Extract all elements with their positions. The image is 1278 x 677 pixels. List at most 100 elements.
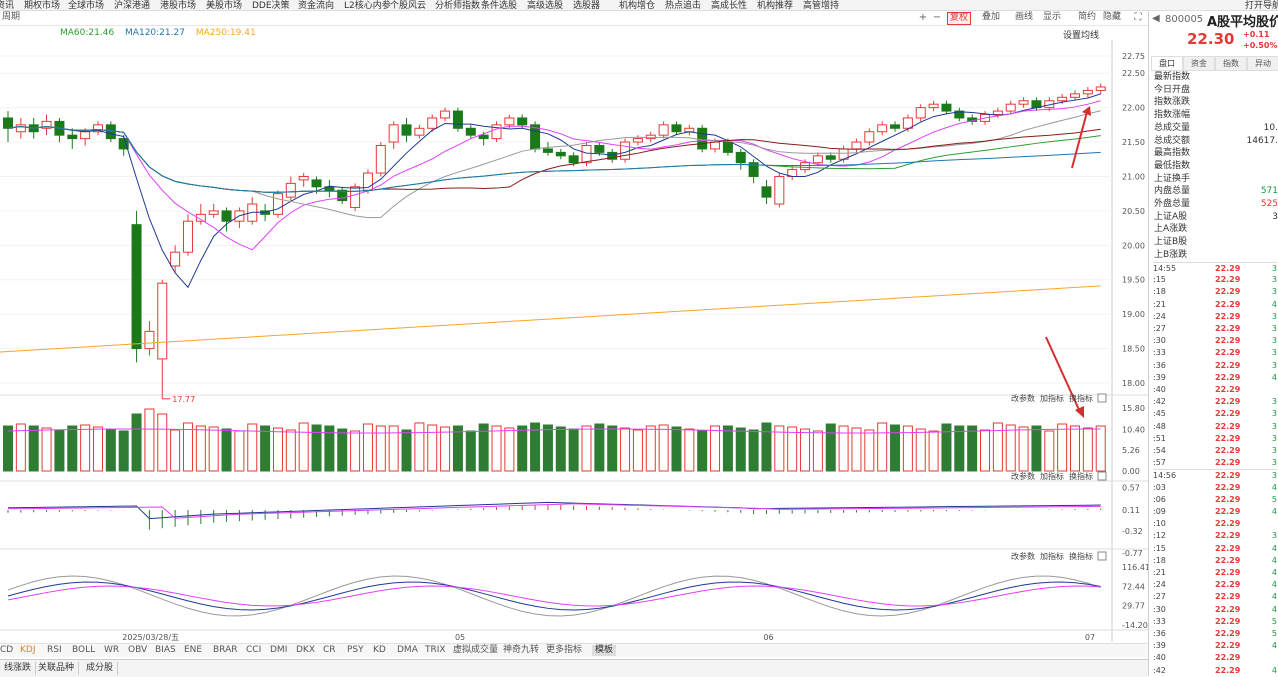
- tick-price: 22.29: [1215, 579, 1240, 591]
- top-menu-item[interactable]: 高成长性: [711, 0, 747, 11]
- top-menu-item[interactable]: 资金流向: [298, 0, 334, 11]
- overlay-button[interactable]: 叠加: [980, 12, 1002, 23]
- top-menu-item[interactable]: 打开导航: [1245, 0, 1278, 11]
- indicator-tab[interactable]: 神奇九转: [503, 645, 539, 656]
- indicator-tab[interactable]: BRAR: [213, 645, 237, 656]
- change-params-button[interactable]: 改参数: [1011, 471, 1035, 481]
- volume-bar: [621, 428, 630, 471]
- top-menu-item[interactable]: 港股市场: [160, 0, 196, 11]
- chart-toolbar: 周期 + − 复权 叠加 画线 显示 简约 隐藏 ⛶: [0, 11, 1148, 26]
- top-menu-item[interactable]: 分析师指数: [435, 0, 480, 11]
- volume-bar: [981, 430, 990, 471]
- swap-indicator-button[interactable]: 换指标: [1069, 471, 1093, 481]
- top-menu-item[interactable]: 美股市场: [206, 0, 242, 11]
- indicator-tab[interactable]: PSY: [347, 645, 364, 656]
- indicator-tab[interactable]: 模板: [592, 645, 616, 656]
- change-params-button[interactable]: 改参数: [1011, 551, 1035, 561]
- indicator-tab[interactable]: 更多指标: [546, 645, 582, 656]
- volume-bar: [852, 428, 861, 471]
- candle-body: [698, 128, 707, 149]
- top-menu-item[interactable]: 选股器: [573, 0, 600, 11]
- top-menu-item[interactable]: 资讯: [0, 0, 14, 11]
- indicator-tab[interactable]: KDJ: [20, 645, 36, 656]
- candle-body: [723, 142, 732, 152]
- indicator-tab[interactable]: BOLL: [72, 645, 95, 656]
- tick-time: :45: [1153, 408, 1166, 420]
- top-menu-item[interactable]: L2核心内参: [344, 0, 391, 11]
- tick-row: :3322.293: [1153, 347, 1277, 359]
- indicator-tab[interactable]: BIAS: [155, 645, 176, 656]
- candle-body: [672, 125, 681, 132]
- tab-index[interactable]: 指数: [1215, 56, 1247, 71]
- volume-bar: [363, 424, 372, 471]
- tab-order-book[interactable]: 盘口: [1151, 56, 1183, 71]
- candle-body: [299, 176, 308, 179]
- simple-button[interactable]: 简约: [1076, 12, 1098, 23]
- kline-chart[interactable]: 22.7522.5022.0021.5021.0020.5020.0019.50…: [0, 40, 1148, 642]
- swap-indicator-button[interactable]: 换指标: [1069, 393, 1093, 403]
- stat-value: 10.: [1264, 122, 1278, 134]
- indicator-tab[interactable]: DMA: [397, 645, 418, 656]
- tab-funds[interactable]: 资金: [1183, 56, 1215, 71]
- tick-price: 22.29: [1215, 652, 1240, 664]
- top-menu-item[interactable]: DDE决策: [252, 0, 290, 11]
- prev-icon[interactable]: ◀: [1152, 13, 1160, 24]
- expand-icon[interactable]: ⛶: [1133, 12, 1143, 23]
- period-selector[interactable]: 周期: [0, 12, 22, 23]
- top-menu-item[interactable]: 机构推荐: [757, 0, 793, 11]
- volume-bar: [1071, 426, 1080, 471]
- tick-volume: 4: [1272, 372, 1277, 384]
- zoom-in-icon[interactable]: +: [918, 12, 928, 23]
- indicator-tab[interactable]: DMI: [270, 645, 287, 656]
- tab-index-change[interactable]: 线涨跌: [0, 662, 36, 675]
- tick-volume: 5: [1272, 628, 1277, 640]
- indicator-tab[interactable]: 虚拟成交量: [453, 645, 498, 656]
- indicator-tab[interactable]: ENE: [184, 645, 202, 656]
- volume-bar: [183, 423, 192, 471]
- hide-button[interactable]: 隐藏: [1101, 12, 1123, 23]
- tick-time: :24: [1153, 579, 1166, 591]
- add-indicator-button[interactable]: 加指标: [1040, 393, 1064, 403]
- indicator-tab[interactable]: DKX: [296, 645, 315, 656]
- top-menu-item[interactable]: 个股风云: [390, 0, 426, 11]
- top-menu-item[interactable]: 机构增仓: [619, 0, 655, 11]
- add-indicator-button[interactable]: 加指标: [1040, 471, 1064, 481]
- top-menu-item[interactable]: 全球市场: [68, 0, 104, 11]
- top-menu-item[interactable]: 高管增持: [803, 0, 839, 11]
- top-menu-item[interactable]: 条件选股: [481, 0, 517, 11]
- draw-line-button[interactable]: 画线: [1013, 12, 1035, 23]
- tick-volume: 3: [1272, 421, 1277, 433]
- indicator-tab[interactable]: WR: [104, 645, 119, 656]
- top-menu-item[interactable]: 期权市场: [24, 0, 60, 11]
- swap-indicator-button[interactable]: 换指标: [1069, 551, 1093, 561]
- adjust-button[interactable]: 复权: [947, 12, 971, 25]
- indicator-tab[interactable]: TRIX: [425, 645, 446, 656]
- top-menu-item[interactable]: 沪深港通: [114, 0, 150, 11]
- tab-related-products[interactable]: 关联品种: [34, 662, 79, 675]
- indicator-tab[interactable]: CD: [0, 645, 13, 656]
- indicator-tab[interactable]: CCI: [246, 645, 261, 656]
- display-button[interactable]: 显示: [1041, 12, 1063, 23]
- tick-price: 22.29: [1215, 274, 1240, 286]
- add-indicator-button[interactable]: 加指标: [1040, 551, 1064, 561]
- tick-price: 22.29: [1215, 396, 1240, 408]
- volume-bar: [106, 429, 115, 471]
- top-menu-item[interactable]: 热点追击: [665, 0, 701, 11]
- indicator-tab[interactable]: KD: [373, 645, 386, 656]
- candle-body: [389, 125, 398, 142]
- stat-label: 指数涨跌: [1154, 96, 1190, 108]
- tick-row: :3622.295: [1153, 628, 1277, 640]
- tick-row: :5422.293: [1153, 445, 1277, 457]
- indicator-tab[interactable]: OBV: [128, 645, 147, 656]
- tab-constituents[interactable]: 成分股: [82, 662, 118, 675]
- tick-row: :1022.29: [1153, 518, 1277, 530]
- candle-body: [466, 128, 475, 135]
- zoom-out-icon[interactable]: −: [932, 12, 942, 23]
- indicator-tab[interactable]: RSI: [47, 645, 62, 656]
- tab-movements[interactable]: 异动: [1247, 56, 1278, 71]
- volume-bar: [801, 429, 810, 471]
- indicator-tab[interactable]: CR: [323, 645, 336, 656]
- change-params-button[interactable]: 改参数: [1011, 393, 1035, 403]
- tick-volume: 4: [1272, 567, 1277, 579]
- top-menu-item[interactable]: 高级选股: [527, 0, 563, 11]
